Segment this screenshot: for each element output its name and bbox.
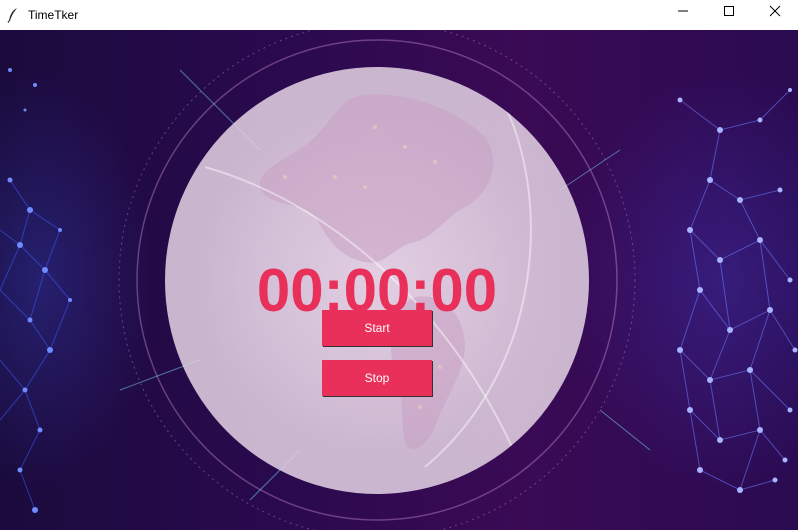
maximize-button[interactable] bbox=[706, 0, 752, 25]
stop-button-label: Stop bbox=[364, 371, 390, 385]
maximize-icon bbox=[723, 4, 735, 22]
window-title: TimeTker bbox=[28, 8, 79, 22]
stop-button[interactable]: Stop bbox=[322, 360, 432, 396]
globe-panel: 00:00:00 Start Stop bbox=[165, 67, 589, 494]
minimize-icon bbox=[677, 4, 689, 22]
feather-icon bbox=[6, 7, 20, 23]
window-controls bbox=[660, 0, 798, 30]
title-bar[interactable]: TimeTker bbox=[0, 0, 798, 30]
minimize-button[interactable] bbox=[660, 0, 706, 25]
app-window: TimeTker 00:00:00 Start Stop bbox=[0, 0, 798, 530]
start-button[interactable]: Start bbox=[322, 310, 432, 346]
close-button[interactable] bbox=[752, 0, 798, 25]
close-icon bbox=[769, 4, 781, 22]
start-button-label: Start bbox=[364, 321, 390, 335]
app-content: 00:00:00 Start Stop bbox=[0, 30, 798, 530]
